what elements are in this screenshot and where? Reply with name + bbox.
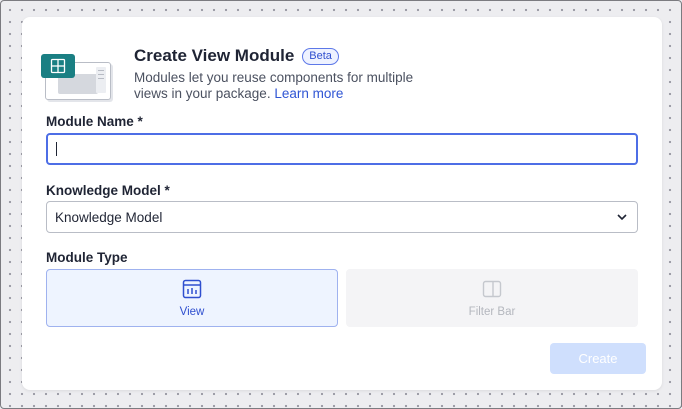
module-name-label: Module Name *	[46, 114, 143, 129]
view-module-icon	[182, 279, 202, 304]
knowledge-model-value: Knowledge Model	[55, 210, 163, 225]
create-view-module-dialog: Create View Module Beta Modules let you …	[22, 17, 662, 390]
filter-bar-icon	[482, 279, 502, 304]
learn-more-link[interactable]: Learn more	[274, 86, 343, 101]
module-type-filter-bar-option[interactable]: Filter Bar	[346, 269, 638, 327]
text-caret	[56, 142, 57, 156]
view-option-label: View	[179, 306, 205, 318]
module-type-label: Module Type	[46, 250, 128, 265]
filter-bar-option-label: Filter Bar	[468, 306, 516, 318]
knowledge-model-select[interactable]: Knowledge Model	[46, 201, 638, 233]
module-illustration	[41, 54, 113, 102]
dialog-title: Create View Module	[134, 46, 295, 65]
create-button[interactable]: Create	[550, 343, 646, 374]
chevron-down-icon	[616, 211, 628, 226]
dialog-description: Modules let you reuse components for mul…	[134, 70, 434, 102]
module-grid-icon	[41, 54, 75, 78]
module-name-input[interactable]	[46, 133, 638, 165]
module-type-view-option[interactable]: View	[46, 269, 338, 327]
knowledge-model-label: Knowledge Model *	[46, 183, 170, 198]
beta-badge: Beta	[302, 47, 339, 65]
dialog-header: Create View Module Beta	[134, 46, 339, 66]
